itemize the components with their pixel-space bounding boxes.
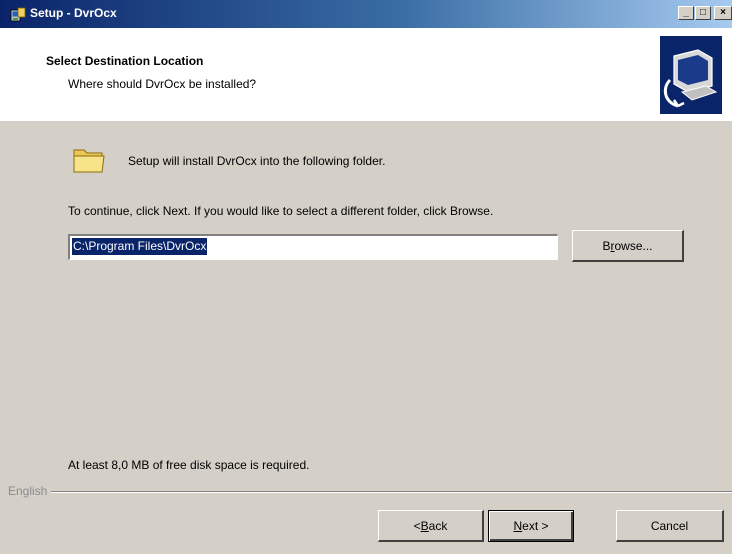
browse-label-post: owse... [614, 238, 653, 253]
setup-window: Setup - DvrOcx _ □ × Select Destination … [0, 0, 732, 554]
back-label-accel: B [420, 518, 429, 533]
browse-label-pre: B [602, 238, 611, 253]
minimize-icon: _ [683, 7, 689, 18]
language-label: English [8, 484, 52, 498]
next-label-accel: N [513, 519, 523, 533]
close-button[interactable]: × [714, 6, 732, 20]
close-icon: × [720, 7, 726, 18]
disk-space-text: At least 8,0 MB of free disk space is re… [68, 458, 310, 472]
back-label-post: ack [428, 518, 448, 533]
maximize-button[interactable]: □ [695, 6, 711, 20]
destination-path-input[interactable]: C:\Program Files\DvrOcx [68, 234, 558, 260]
setup-app-icon [10, 7, 26, 22]
window-title: Setup - DvrOcx [30, 6, 117, 20]
destination-path-value: C:\Program Files\DvrOcx [72, 238, 208, 255]
folder-icon [73, 149, 105, 173]
page-subtitle: Where should DvrOcx be installed? [68, 77, 257, 91]
next-label-post: ext > [522, 519, 549, 533]
cancel-label: Cancel [650, 518, 689, 533]
intro-text: Setup will install DvrOcx into the follo… [128, 154, 386, 168]
browse-button[interactable]: Br owse... [572, 230, 684, 262]
header-separator [0, 120, 732, 121]
language-divider [8, 491, 732, 493]
next-button[interactable]: Next > [488, 510, 574, 542]
back-label-pre: < [413, 518, 421, 533]
header-panel [0, 28, 732, 121]
back-button[interactable]: < Back [378, 510, 484, 542]
title-bar[interactable]: Setup - DvrOcx _ □ × [0, 0, 732, 28]
maximize-icon: □ [699, 7, 707, 18]
page-title: Select Destination Location [46, 54, 204, 68]
cancel-button[interactable]: Cancel [616, 510, 724, 542]
minimize-button[interactable]: _ [678, 6, 694, 20]
computer-install-icon [660, 36, 722, 114]
instruction-text: To continue, click Next. If you would li… [68, 204, 494, 218]
